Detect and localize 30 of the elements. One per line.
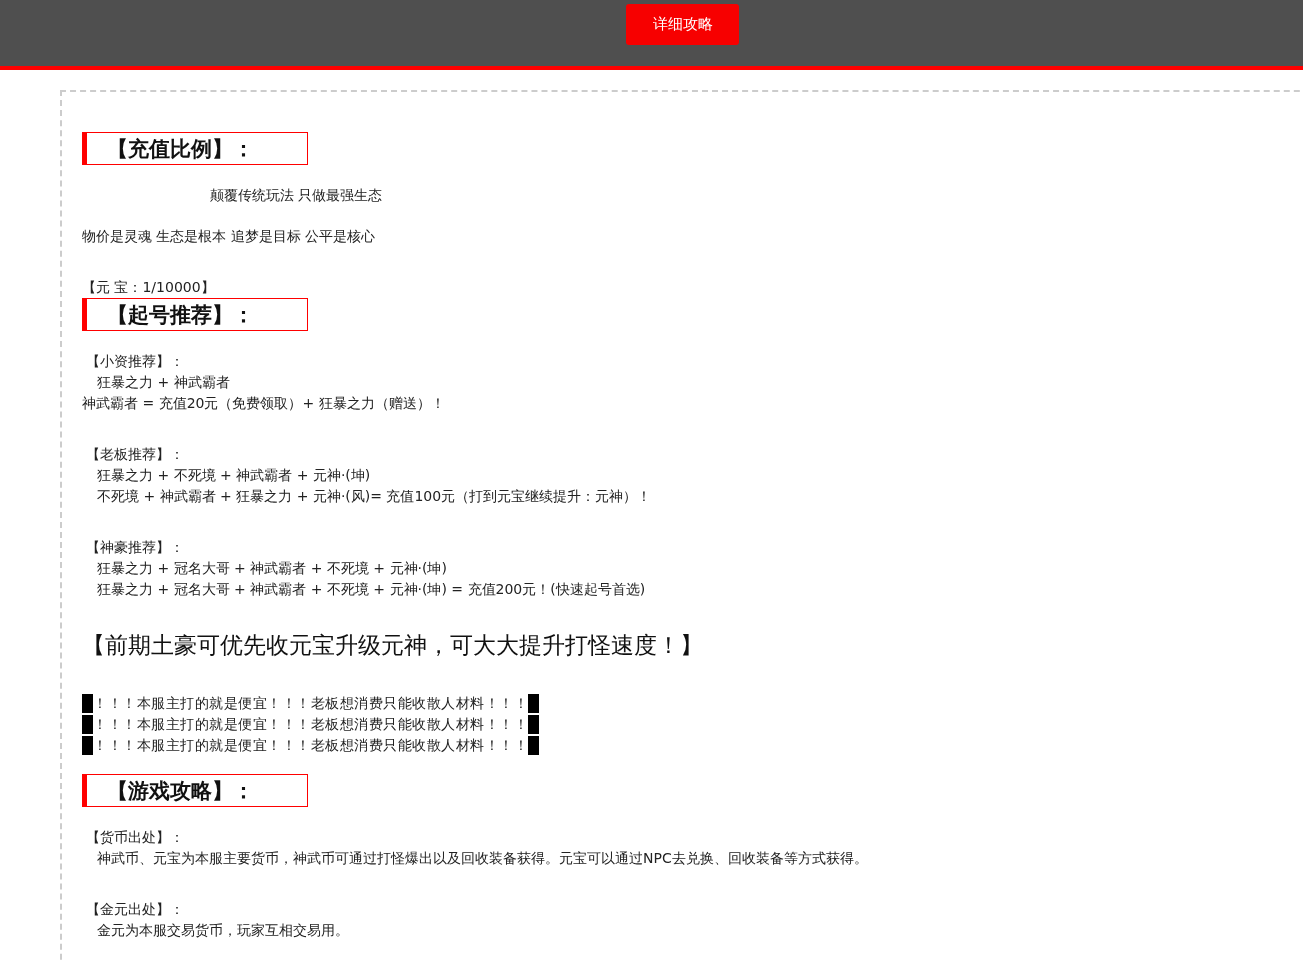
text-line: 狂暴之力 + 冠名大哥 + 神武霸者 + 不死境 + 元神·(坤) = 充值200元！(快速起号首选): [97, 580, 646, 599]
text-line: 神武霸者 = 充值20元（免费领取）+ 狂暴之力（赠送）！: [82, 394, 445, 413]
text-line: 【小资推荐】：: [86, 352, 184, 371]
text-line: 狂暴之力 + 不死境 + 神武霸者 + 元神·(坤): [97, 466, 371, 485]
notice-text: ！！！本服主打的就是便宜！！！老板想消费只能收散人材料！！！: [93, 694, 528, 713]
heading-text: 【起号推荐】：: [107, 301, 254, 328]
text-line: 【元 宝：1/10000】: [82, 278, 215, 297]
text-line: 物价是灵魂 生态是根本 追梦是目标 公平是核心: [82, 227, 376, 246]
highlight-text: 【前期土豪可优先收元宝升级元神，可大大提升打怪速度！】: [82, 631, 704, 660]
text-line: 【神豪推荐】：: [86, 538, 184, 557]
text-line: 不死境 + 神武霸者 + 狂暴之力 + 元神·(风)= 充值100元（打到元宝继续提升：元神）！: [97, 487, 652, 506]
text-line: 神武币、元宝为本服主要货币，神武币可通过打怪爆出以及回收装备获得。元宝可以通过NPC去兑换、回收装备等方式获得。: [97, 849, 868, 868]
text-line: 狂暴之力 + 神武霸者: [97, 373, 230, 392]
notice-text: ！！！本服主打的就是便宜！！！老板想消费只能收散人材料！！！: [93, 715, 528, 734]
text-line: 颠覆传统玩法 只做最强生态: [210, 186, 383, 205]
block-mark: [528, 715, 539, 734]
text-line: 狂暴之力 + 冠名大哥 + 神武霸者 + 不死境 + 元神·(坤): [97, 559, 447, 578]
text-line: 金元为本服交易货币，玩家互相交易用。: [97, 921, 349, 940]
text-line: 【老板推荐】：: [86, 445, 184, 464]
guide-button[interactable]: 详细攻略: [626, 4, 739, 45]
heading-text: 【游戏攻略】：: [107, 777, 254, 804]
block-mark: [82, 736, 93, 755]
heading-text: 【充值比例】：: [107, 135, 254, 162]
text-line: 【金元出处】：: [86, 900, 184, 919]
notice-text: ！！！本服主打的就是便宜！！！老板想消费只能收散人材料！！！: [93, 736, 528, 755]
block-mark: [528, 694, 539, 713]
block-mark: [82, 694, 93, 713]
block-mark: [82, 715, 93, 734]
text-line: 【货币出处】：: [86, 828, 184, 847]
block-mark: [528, 736, 539, 755]
